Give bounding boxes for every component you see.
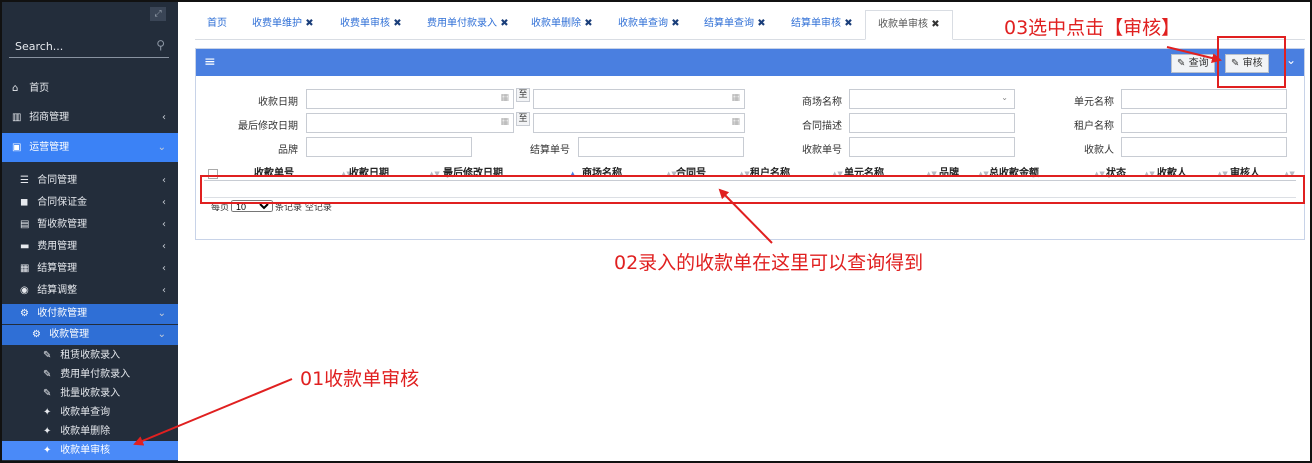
arrow-to-audit-button <box>1166 46 1222 63</box>
annotation-step2: 02录入的收款单在这里可以查询得到 <box>614 252 924 274</box>
arrow-to-table-row <box>718 188 773 244</box>
annotation-step1: 01收款单审核 <box>300 368 420 390</box>
arrow-to-sidebar-audit <box>133 378 293 446</box>
screenshot-frame: ⤢ Search... ⚲ ⌂ 首页 ▥ 招商管理 ‹ ▣ 运营管理 ⌄ ☰ 合… <box>0 0 1312 463</box>
annotation-step3: 03选中点击【审核】 <box>1004 17 1181 39</box>
annotation-arrows <box>133 46 1222 446</box>
